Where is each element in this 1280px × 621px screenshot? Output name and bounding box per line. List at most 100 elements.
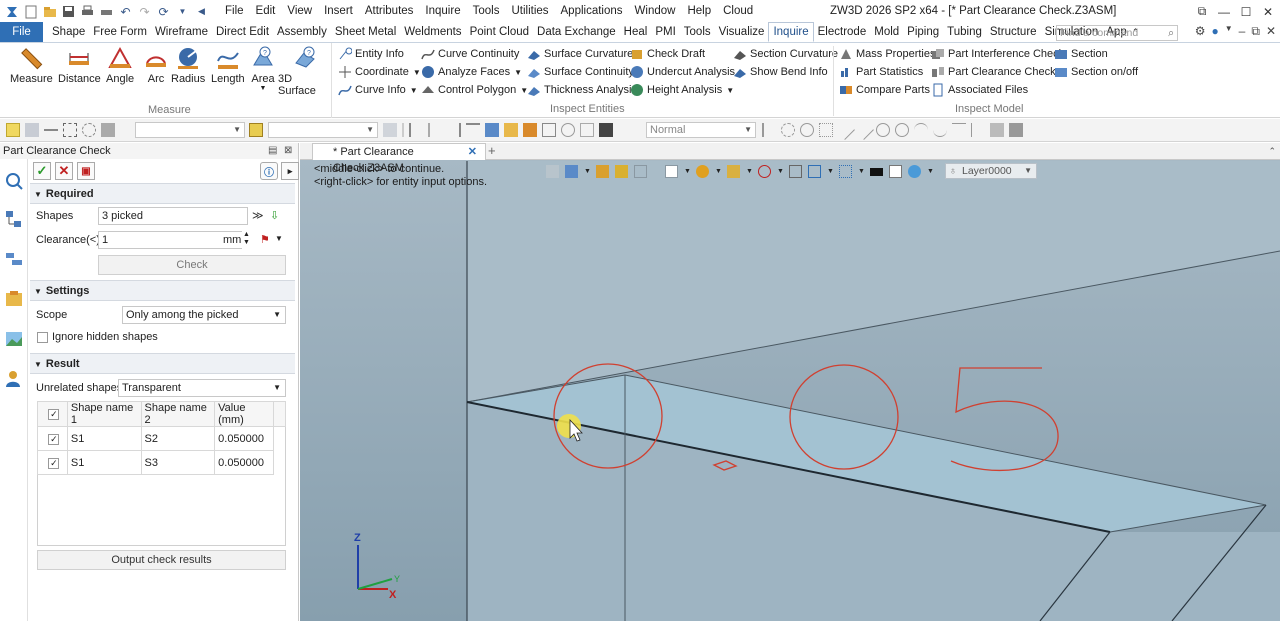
curve-info-button[interactable]: Curve Info ▼ bbox=[338, 83, 418, 97]
diag-line-icon[interactable] bbox=[854, 120, 874, 140]
slash-line-icon[interactable] bbox=[835, 120, 855, 140]
minimize-icon[interactable]: — bbox=[1216, 5, 1232, 19]
show-bend-info-button[interactable]: Show Bend Info bbox=[733, 65, 828, 79]
associated-files-button[interactable]: Associated Files bbox=[931, 83, 1028, 97]
clearance-options-dropdown-icon[interactable]: ▼ bbox=[275, 234, 283, 243]
select-all-checkbox[interactable]: ✓ bbox=[48, 409, 60, 420]
play-icon[interactable] bbox=[800, 123, 814, 137]
tab-pmi[interactable]: PMI bbox=[651, 23, 679, 42]
tab-shape[interactable]: Shape bbox=[48, 23, 89, 42]
pointer-icon[interactable] bbox=[762, 123, 776, 137]
lighting-icon[interactable] bbox=[908, 165, 921, 178]
pick-filter-icon[interactable] bbox=[6, 123, 20, 137]
check-button[interactable]: Check bbox=[98, 255, 286, 275]
menu-view[interactable]: View bbox=[281, 0, 318, 23]
rotate-view-icon[interactable] bbox=[565, 165, 578, 178]
tab-data-exchange[interactable]: Data Exchange bbox=[533, 23, 620, 42]
3d-surface-button[interactable]: ? 3D Surface bbox=[278, 45, 331, 97]
menu-tools[interactable]: Tools bbox=[467, 0, 506, 23]
wire-cube-icon[interactable] bbox=[634, 165, 647, 178]
doc-close-icon[interactable]: ✕ bbox=[1266, 24, 1276, 39]
tab-heal[interactable]: Heal bbox=[620, 23, 652, 42]
open-folder-icon[interactable] bbox=[504, 123, 518, 137]
menu-window[interactable]: Window bbox=[629, 0, 682, 23]
ignore-hidden-checkbox[interactable] bbox=[37, 332, 48, 343]
redo-icon[interactable]: ↷ bbox=[137, 4, 152, 19]
undercut-analysis-button[interactable]: Undercut Analysis bbox=[630, 65, 735, 79]
collapse-menu-icon[interactable]: ◀ bbox=[194, 4, 209, 19]
height-analysis-dropdown-icon[interactable]: ▼ bbox=[726, 86, 734, 95]
open-file-icon[interactable] bbox=[42, 4, 57, 19]
part-library-icon[interactable] bbox=[4, 289, 24, 309]
tab-sheet-metal[interactable]: Sheet Metal bbox=[331, 23, 400, 42]
menu-attributes[interactable]: Attributes bbox=[359, 0, 420, 23]
clearance-input[interactable]: 1 bbox=[98, 231, 242, 249]
apply-icon[interactable]: ▣ bbox=[77, 162, 95, 180]
unrelated-shapes-select[interactable]: Transparent ▼ bbox=[118, 379, 286, 397]
section-on-off-button[interactable]: Section on/off bbox=[1054, 65, 1138, 79]
tab-piping[interactable]: Piping bbox=[903, 23, 943, 42]
table-icon[interactable] bbox=[542, 123, 556, 137]
box-select-icon[interactable] bbox=[63, 123, 77, 137]
shapes-expand-icon[interactable]: ≫ bbox=[252, 209, 264, 222]
shapes-field[interactable]: 3 picked bbox=[98, 207, 248, 225]
menu-utilities[interactable]: Utilities bbox=[505, 0, 554, 23]
move-tool-icon[interactable] bbox=[25, 123, 39, 137]
layer-select[interactable]: ♁ Layer0000 ▼ bbox=[945, 163, 1037, 179]
app-logo-icon[interactable] bbox=[4, 4, 19, 19]
background-black-icon[interactable] bbox=[870, 167, 883, 176]
trim-icon[interactable] bbox=[971, 123, 985, 137]
table-row[interactable]: ✓ S1 S3 0.050000 bbox=[37, 450, 286, 475]
dropdown-small-icon[interactable]: ▼ bbox=[858, 165, 865, 178]
length-button[interactable]: Length bbox=[211, 45, 245, 85]
ok-checkmark-icon[interactable]: ✓ bbox=[33, 162, 51, 180]
gem-icon[interactable] bbox=[1009, 123, 1023, 137]
menu-applications[interactable]: Applications bbox=[555, 0, 629, 23]
wave-icon[interactable] bbox=[933, 123, 947, 137]
align-right-icon[interactable] bbox=[447, 123, 461, 137]
tab-tubing[interactable]: Tubing bbox=[943, 23, 986, 42]
bracket-icon[interactable] bbox=[580, 123, 594, 137]
align-left-icon[interactable] bbox=[409, 123, 423, 137]
doc-minimize-icon[interactable]: – bbox=[1239, 24, 1246, 39]
section-curvature-button[interactable]: Section Curvature bbox=[733, 47, 838, 61]
menu-file[interactable]: File bbox=[219, 0, 250, 23]
style-combo[interactable]: Normal ▼ bbox=[646, 122, 756, 138]
gear-tool-icon[interactable] bbox=[781, 123, 795, 137]
grid-icon[interactable] bbox=[839, 165, 852, 178]
curve-continuity-button[interactable]: Curve Continuity bbox=[421, 47, 519, 61]
surface-curvature-button[interactable]: Surface Curvature bbox=[527, 47, 633, 61]
new-tab-plus-icon[interactable]: + bbox=[488, 143, 496, 159]
distribute-icon[interactable] bbox=[466, 123, 480, 137]
align-center-icon[interactable] bbox=[428, 123, 442, 137]
tab-tools[interactable]: Tools bbox=[680, 23, 715, 42]
measure-button[interactable]: Measure bbox=[10, 45, 53, 85]
rebuild-icon[interactable]: ⟳ bbox=[156, 4, 171, 19]
scope-select[interactable]: Only among the picked ▼ bbox=[122, 306, 286, 324]
tab-point-cloud[interactable]: Point Cloud bbox=[466, 23, 533, 42]
view-tool-icon[interactable] bbox=[546, 165, 559, 178]
menu-insert[interactable]: Insert bbox=[318, 0, 359, 23]
print-icon[interactable] bbox=[80, 4, 95, 19]
part-statistics-button[interactable]: Part Statistics bbox=[839, 65, 923, 79]
cancel-x-icon[interactable]: ✕ bbox=[55, 162, 73, 180]
menu-cloud[interactable]: Cloud bbox=[717, 0, 759, 23]
menu-inquire[interactable]: Inquire bbox=[419, 0, 466, 23]
dropdown-small-icon[interactable]: ▼ bbox=[827, 165, 834, 178]
filter-icon[interactable] bbox=[101, 123, 115, 137]
required-section-header[interactable]: ▼ Required bbox=[30, 183, 295, 204]
info-icon[interactable]: ⓘ bbox=[260, 162, 278, 180]
viewport-collapse-icon[interactable]: ⌃ bbox=[1268, 143, 1276, 159]
dropdown-small-icon[interactable]: ▼ bbox=[584, 165, 591, 178]
help-icon[interactable]: ● bbox=[1212, 24, 1219, 39]
col-shape-name-2[interactable]: Shape name 2 bbox=[140, 401, 216, 427]
model-scene[interactable] bbox=[300, 143, 1280, 621]
col-value-mm[interactable]: Value (mm) bbox=[214, 401, 275, 427]
tab-weldments[interactable]: Weldments bbox=[400, 23, 465, 42]
section-button[interactable]: Section bbox=[1054, 47, 1108, 61]
dropdown-small-icon[interactable]: ▼ bbox=[746, 165, 753, 178]
save-icon[interactable] bbox=[61, 4, 76, 19]
stop-icon[interactable] bbox=[599, 123, 613, 137]
maximize-icon[interactable]: ☐ bbox=[1238, 5, 1254, 19]
mass-properties-button[interactable]: Mass Properties bbox=[839, 47, 935, 61]
